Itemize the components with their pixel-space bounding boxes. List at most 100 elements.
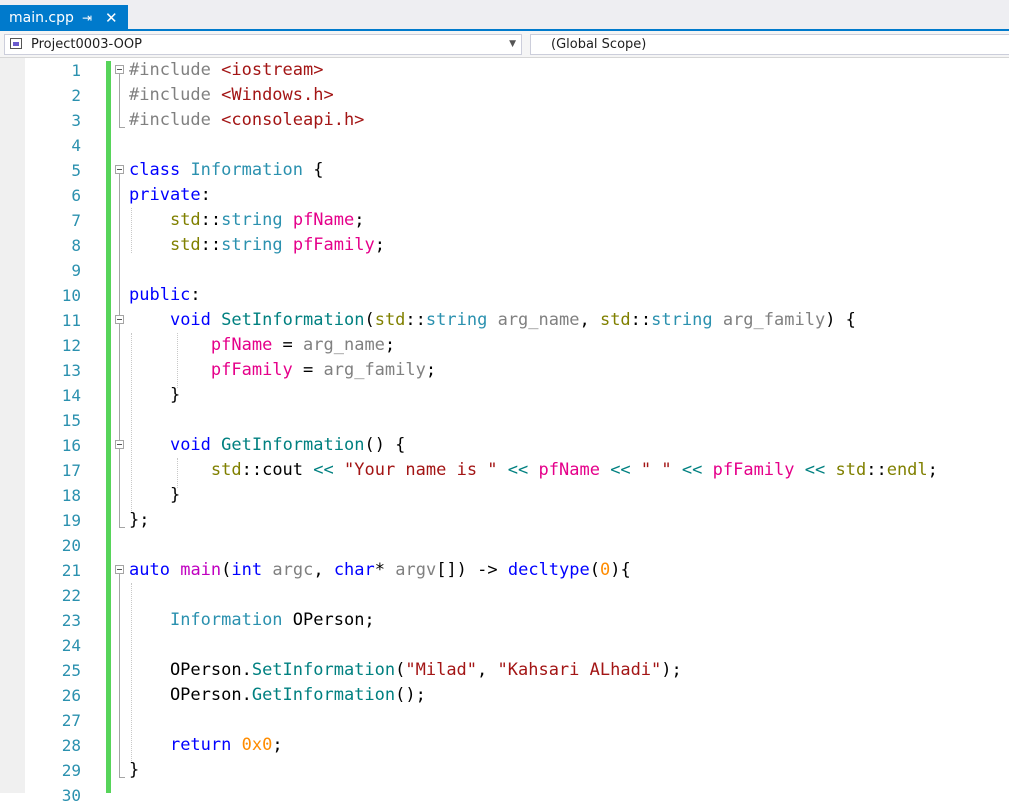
code-token: auto	[129, 560, 170, 580]
code-token: void	[169, 435, 211, 455]
scope-dropdown[interactable]: (Global Scope)	[530, 34, 1009, 55]
code-token: 0	[600, 560, 611, 580]
line-number: 1	[71, 61, 81, 80]
code-token: public	[129, 285, 191, 305]
code-token: ){	[610, 560, 631, 580]
code-token: :	[200, 185, 211, 205]
line-number: 14	[61, 386, 81, 405]
code-line[interactable]: 24	[0, 633, 1009, 658]
collapse-icon[interactable]	[115, 65, 124, 74]
code-line[interactable]: 11 void SetInformation(std::string arg_n…	[0, 308, 1009, 333]
code-token: OPerson.	[129, 660, 252, 680]
code-token: decltype	[507, 560, 590, 580]
code-line[interactable]: 18 }	[0, 483, 1009, 508]
code-text: OPerson.SetInformation("Milad", "Kahsari…	[129, 658, 682, 683]
code-line[interactable]: 9	[0, 258, 1009, 283]
code-text: pfName = arg_name;	[129, 333, 395, 358]
code-token: Information	[190, 160, 304, 180]
code-line[interactable]: 30	[0, 783, 1009, 808]
code-line[interactable]: 22	[0, 583, 1009, 608]
code-line[interactable]: 6 private:	[0, 183, 1009, 208]
code-editor[interactable]: 1 #include <iostream> 2 #include <Windows.h…	[0, 58, 1009, 805]
code-line[interactable]: 21 auto main(int argc, char* argv[]) -> d…	[0, 558, 1009, 583]
code-line[interactable]: 19};	[0, 508, 1009, 533]
line-number: 13	[61, 361, 81, 380]
code-token: arg_name	[303, 335, 385, 355]
line-number: 5	[71, 161, 81, 180]
line-number: 10	[61, 286, 81, 305]
code-line[interactable]: 25 OPerson.SetInformation("Milad", "Kahs…	[0, 658, 1009, 683]
collapse-icon[interactable]	[115, 440, 124, 449]
code-token: GetInformation	[221, 435, 365, 455]
code-token: endl	[886, 460, 928, 480]
code-line[interactable]: 29}	[0, 758, 1009, 783]
code-token: private	[129, 185, 201, 205]
code-line[interactable]: 4	[0, 133, 1009, 158]
project-name: Project0003-OOP	[31, 37, 142, 52]
chevron-down-icon[interactable]: ▼	[509, 35, 516, 54]
code-token: []) ->	[436, 560, 508, 580]
code-line[interactable]: 14 }	[0, 383, 1009, 408]
code-line[interactable]: 10 public:	[0, 283, 1009, 308]
code-text: Information OPerson;	[129, 608, 375, 633]
pin-icon[interactable]: ⇥	[82, 5, 92, 31]
code-token: =	[272, 335, 304, 355]
code-text: };	[129, 508, 149, 533]
code-token: OPerson;	[282, 610, 375, 630]
code-line[interactable]: 16 void GetInformation() {	[0, 433, 1009, 458]
code-line[interactable]: 13 pfFamily = arg_family;	[0, 358, 1009, 383]
code-token: ,	[477, 660, 498, 680]
code-token: ;	[272, 735, 283, 755]
code-line[interactable]: 12 pfName = arg_name;	[0, 333, 1009, 358]
code-line[interactable]: 5 class Information {	[0, 158, 1009, 183]
code-token: }	[129, 485, 181, 505]
code-text: #include <iostream>	[129, 58, 323, 83]
project-dropdown[interactable]: Project0003-OOP ▼	[4, 34, 522, 55]
collapse-icon[interactable]	[115, 565, 124, 574]
code-text: std::cout << "Your name is " << pfName <…	[129, 458, 938, 483]
tab-main-cpp[interactable]: main.cpp ⇥ ✕	[0, 5, 128, 31]
code-line[interactable]: 1 #include <iostream>	[0, 58, 1009, 83]
project-icon	[10, 38, 22, 49]
collapse-icon[interactable]	[115, 165, 124, 174]
line-number: 3	[71, 111, 81, 130]
document-tab-strip: main.cpp ⇥ ✕	[0, 0, 1009, 31]
code-token: }	[129, 760, 140, 780]
code-text: }	[129, 758, 139, 783]
code-line[interactable]: 23 Information OPerson;	[0, 608, 1009, 633]
code-token: arg_family	[722, 310, 826, 330]
code-token: {	[303, 160, 324, 180]
code-line[interactable]: 28 return 0x0;	[0, 733, 1009, 758]
code-token: ;	[425, 360, 437, 380]
code-token: ();	[395, 685, 426, 705]
code-token: char	[333, 560, 375, 580]
code-token: ;	[354, 210, 365, 230]
line-number: 25	[61, 661, 81, 680]
code-line[interactable]: 8 std::string pfFamily;	[0, 233, 1009, 258]
code-line[interactable]: 7 std::string pfName;	[0, 208, 1009, 233]
code-token: pfFamily	[292, 235, 375, 255]
close-icon[interactable]: ✕	[105, 5, 118, 31]
collapse-icon[interactable]	[115, 315, 124, 324]
code-token: int	[231, 560, 263, 580]
code-line[interactable]: 27	[0, 708, 1009, 733]
code-line[interactable]: 20	[0, 533, 1009, 558]
code-line[interactable]: 26 OPerson.GetInformation();	[0, 683, 1009, 708]
code-line[interactable]: 3 #include <consoleapi.h>	[0, 108, 1009, 133]
code-token: string	[221, 210, 283, 230]
code-line[interactable]: 15	[0, 408, 1009, 433]
code-token: ) {	[825, 310, 856, 330]
code-token: arg_family	[323, 360, 426, 380]
line-number: 4	[71, 136, 81, 155]
code-line[interactable]: 17 std::cout << "Your name is " << pfNam…	[0, 458, 1009, 483]
code-line[interactable]: 2 #include <Windows.h>	[0, 83, 1009, 108]
